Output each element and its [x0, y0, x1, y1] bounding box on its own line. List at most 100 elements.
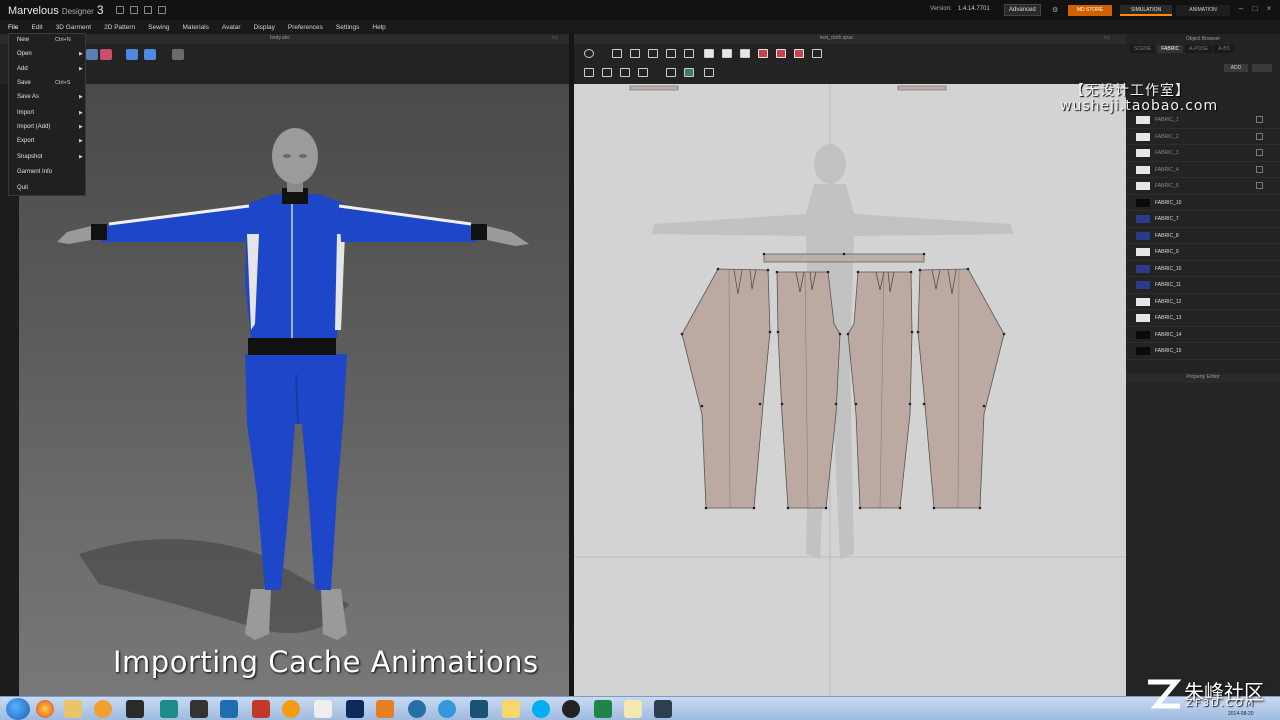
- media-player-icon[interactable]: [94, 700, 112, 718]
- advanced-mode-button[interactable]: Advanced: [1004, 4, 1041, 16]
- app-icon-3[interactable]: [190, 700, 208, 718]
- fabric-row[interactable]: FABRIC_10: [1126, 261, 1280, 277]
- avatar-tool-icon[interactable]: [100, 49, 112, 60]
- tab-a-bs[interactable]: A-BS: [1214, 45, 1234, 53]
- animation-mode-tab[interactable]: ANIMATION: [1176, 5, 1230, 16]
- free-sewing-icon[interactable]: [602, 68, 612, 77]
- viewport-3d[interactable]: Importing Cache Animations: [19, 84, 569, 696]
- pattern-view-restore-icon[interactable]: ▭: [1104, 34, 1110, 41]
- app-icon-5[interactable]: [252, 700, 270, 718]
- app-icon-8[interactable]: [376, 700, 394, 718]
- fabric-row[interactable]: FABRIC_12: [1126, 294, 1280, 310]
- file-menu-item[interactable]: Snapshot: [17, 154, 42, 160]
- app-icon-4[interactable]: [220, 700, 238, 718]
- edit-curve-icon[interactable]: [648, 49, 658, 58]
- transform-pattern-icon[interactable]: [612, 49, 622, 58]
- add-fabric-button[interactable]: ADD: [1224, 64, 1248, 72]
- app-icon-2[interactable]: [160, 700, 178, 718]
- fabric-visibility-checkbox[interactable]: [1256, 182, 1263, 189]
- menu-display[interactable]: Display: [254, 24, 275, 31]
- open-icon[interactable]: [129, 6, 138, 14]
- qq-icon[interactable]: [562, 700, 580, 718]
- edit-sewing-icon[interactable]: [620, 68, 630, 77]
- app-icon-1[interactable]: [126, 700, 144, 718]
- viewport3d-restore-icon[interactable]: ▭: [552, 34, 558, 41]
- add-point-icon[interactable]: [666, 49, 676, 58]
- skype-icon[interactable]: [532, 700, 550, 718]
- file-menu-item[interactable]: Save As: [17, 94, 39, 100]
- close-icon[interactable]: ×: [1264, 4, 1274, 14]
- simulation-mode-tab[interactable]: SIMULATION: [1120, 5, 1172, 16]
- menu-avatar[interactable]: Avatar: [222, 24, 241, 31]
- fabric-row[interactable]: FABRIC_5: [1126, 178, 1280, 195]
- save-icon[interactable]: [115, 6, 124, 14]
- file-menu-item[interactable]: Add: [17, 66, 28, 72]
- redo-icon[interactable]: [157, 6, 166, 14]
- menu-2d-pattern[interactable]: 2D Pattern: [104, 24, 135, 31]
- explorer-icon[interactable]: [64, 700, 82, 718]
- pattern-view-2d[interactable]: [574, 84, 1126, 696]
- ie-icon[interactable]: [438, 700, 456, 718]
- menu-edit[interactable]: Edit: [31, 24, 42, 31]
- menu-file[interactable]: File: [8, 24, 18, 31]
- tack-icon[interactable]: [638, 68, 648, 77]
- menu-sewing[interactable]: Sewing: [148, 24, 169, 31]
- maximize-icon[interactable]: □: [1250, 4, 1260, 14]
- move-tool-icon[interactable]: [144, 49, 156, 60]
- fabric-row[interactable]: FABRIC_3: [1126, 145, 1280, 162]
- photoshop-icon[interactable]: [346, 700, 364, 718]
- graphic-icon[interactable]: [704, 68, 714, 77]
- fabric-visibility-checkbox[interactable]: [1256, 165, 1263, 173]
- curve-point-icon[interactable]: [684, 49, 694, 58]
- refresh-icon[interactable]: [584, 49, 594, 58]
- menu-preferences[interactable]: Preferences: [288, 24, 323, 31]
- edit-point-icon[interactable]: [630, 49, 640, 58]
- pin-tool-icon[interactable]: [172, 49, 184, 60]
- app-icon-12[interactable]: [594, 700, 612, 718]
- file-menu-item[interactable]: New: [17, 37, 29, 43]
- fabric-visibility-checkbox[interactable]: [1256, 132, 1263, 140]
- fabric-row[interactable]: FABRIC_2: [1126, 129, 1280, 145]
- start-button[interactable]: [6, 698, 30, 720]
- file-menu-item[interactable]: Garment Info: [17, 169, 52, 175]
- fabric-row[interactable]: FABRIC_14: [1126, 327, 1280, 343]
- app-icon-6[interactable]: [282, 700, 300, 718]
- texture-edit-icon[interactable]: [666, 68, 676, 77]
- app-icon-9[interactable]: [408, 700, 426, 718]
- menu-materials[interactable]: Materials: [183, 24, 209, 31]
- app-icon-14[interactable]: [654, 700, 672, 718]
- file-menu-item[interactable]: Import: [17, 110, 34, 116]
- polygon-icon[interactable]: [704, 49, 714, 58]
- menu-3d-garment[interactable]: 3D Garment: [56, 24, 91, 31]
- menu-settings[interactable]: Settings: [336, 24, 360, 31]
- file-menu-item[interactable]: Open: [17, 51, 32, 57]
- file-menu-item[interactable]: Import (Add): [17, 124, 50, 130]
- internal-polygon-icon[interactable]: [758, 49, 768, 58]
- fabric-row[interactable]: FABRIC_7: [1126, 211, 1280, 228]
- fabric-row[interactable]: FABRIC_13: [1126, 310, 1280, 327]
- rectangle-icon[interactable]: [722, 49, 732, 58]
- fabric-row[interactable]: FABRIC_1: [1126, 112, 1280, 129]
- dart-icon[interactable]: [812, 49, 822, 58]
- fabric-row[interactable]: FABRIC_9: [1126, 244, 1280, 261]
- fabric-visibility-checkbox[interactable]: [1256, 149, 1263, 156]
- circle-icon[interactable]: [740, 49, 750, 58]
- app-icon-7[interactable]: [314, 700, 332, 718]
- chrome-icon[interactable]: [36, 700, 54, 718]
- fabric-row[interactable]: FABRIC_15: [1126, 343, 1280, 360]
- menu-help[interactable]: Help: [372, 24, 385, 31]
- tab-fabric[interactable]: FABRIC: [1157, 45, 1184, 53]
- undo-icon[interactable]: [143, 6, 152, 14]
- tab-scene[interactable]: SCENE: [1130, 45, 1156, 53]
- app-icon-13[interactable]: [624, 700, 642, 718]
- select-tool-icon[interactable]: [126, 49, 138, 60]
- texture-transform-icon[interactable]: [684, 68, 694, 77]
- md-store-button[interactable]: MD STORE: [1068, 5, 1112, 16]
- fabric-row[interactable]: FABRIC_10: [1126, 195, 1280, 211]
- app-icon-11[interactable]: [502, 700, 520, 718]
- segment-sewing-icon[interactable]: [584, 68, 594, 77]
- file-menu-item[interactable]: Quit: [17, 185, 28, 191]
- internal-rectangle-icon[interactable]: [776, 49, 786, 58]
- tab-a-pose[interactable]: A-POSE: [1185, 45, 1213, 53]
- fabric-row[interactable]: FABRIC_11: [1126, 277, 1280, 294]
